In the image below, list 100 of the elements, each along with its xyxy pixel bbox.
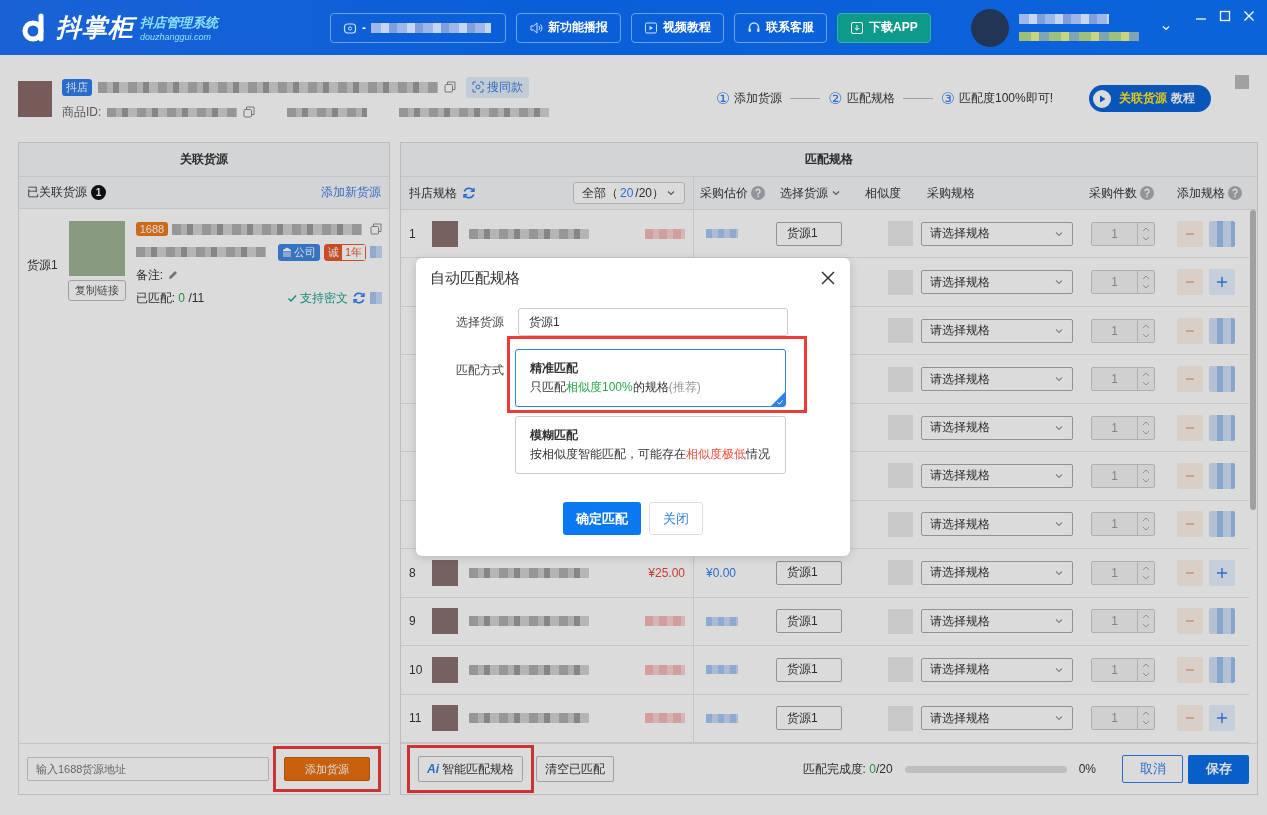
blurred-button[interactable]	[1209, 656, 1235, 683]
avatar[interactable]	[970, 8, 1009, 47]
match-mode-option[interactable]: 模糊匹配 按相似度智能匹配，可能存在相似度极低情况	[515, 416, 786, 474]
confirm-button[interactable]: 确定匹配	[563, 502, 641, 535]
copy-link-button[interactable]: 复制链接	[67, 280, 126, 301]
app-subtitle: 抖店管理系统	[140, 13, 218, 32]
blurred-text	[370, 246, 383, 258]
add-source-button[interactable]: 添加货源	[284, 757, 370, 781]
linked-sources-label: 已关联货源	[27, 184, 87, 201]
note-label: 备注:	[135, 266, 164, 284]
help-icon	[751, 186, 765, 200]
spec-select[interactable]: 请选择规格	[921, 270, 1073, 295]
spec-select[interactable]: 请选择规格	[921, 512, 1073, 537]
source-url-field[interactable]: 输入1688货源地址	[27, 757, 269, 781]
blurred-text	[706, 616, 738, 626]
remove-spec-button[interactable]	[1177, 414, 1203, 441]
match-mode-option[interactable]: 精准匹配 只匹配相似度100%的规格(推荐)	[515, 349, 786, 407]
remove-spec-button[interactable]	[1177, 511, 1203, 538]
filter-dropdown[interactable]: 全部（ 20 /20）	[572, 182, 685, 204]
remove-spec-button[interactable]	[1177, 656, 1203, 683]
estimate-price: ¥0.00	[706, 565, 737, 580]
step-label: 匹配度100%即可!	[958, 90, 1053, 107]
remove-spec-button[interactable]	[1177, 317, 1203, 344]
blurred-text	[645, 616, 685, 627]
shop-selector[interactable]: -	[330, 12, 506, 43]
remove-spec-button[interactable]	[1177, 608, 1203, 635]
price-text: ¥25.00	[648, 565, 685, 580]
scrollbar[interactable]	[1250, 210, 1256, 510]
plus-icon	[1216, 712, 1228, 725]
smart-match-button[interactable]: Ai 智能匹配规格	[418, 756, 524, 782]
spec-select[interactable]: 请选择规格	[921, 221, 1073, 246]
chevron-down-icon	[1054, 471, 1064, 481]
spec-select[interactable]: 请选择规格	[921, 318, 1073, 343]
column-header: 采购规格	[927, 184, 975, 202]
column-header: 采购件数	[1089, 184, 1137, 202]
add-source-link[interactable]: 添加新货源	[321, 184, 381, 201]
remove-spec-button[interactable]	[1177, 220, 1203, 247]
blurred-button[interactable]	[1209, 608, 1235, 635]
spec-select[interactable]: 请选择规格	[921, 657, 1073, 682]
progress-percent: 0%	[1078, 762, 1096, 776]
spec-select[interactable]: 请选择规格	[921, 464, 1073, 488]
source-field[interactable]: 货源1	[518, 308, 788, 336]
tutorial-button[interactable]: 关联货源 教程	[1089, 85, 1211, 112]
search-similar-button[interactable]: 搜同款	[466, 76, 529, 98]
save-button[interactable]: 保存	[1188, 754, 1249, 784]
clear-matched-button[interactable]: 清空已匹配	[536, 756, 615, 782]
field-label: 选择货源	[455, 313, 505, 331]
remove-spec-button[interactable]	[1177, 463, 1203, 489]
row-number: 9	[409, 614, 417, 629]
blurred-button[interactable]	[1209, 366, 1235, 393]
scan-icon	[472, 81, 484, 93]
matched-count: 已匹配: 0 /11	[135, 289, 205, 307]
add-spec-button[interactable]	[1209, 705, 1235, 732]
add-spec-button[interactable]	[1209, 269, 1235, 296]
spec-select[interactable]: 请选择规格	[921, 706, 1073, 731]
copy-icon[interactable]	[243, 106, 256, 118]
source-select-button[interactable]: 货源1	[776, 609, 842, 634]
blurred-button[interactable]	[1209, 463, 1235, 489]
remove-spec-button[interactable]	[1177, 269, 1203, 296]
source-name: 货源1	[27, 257, 58, 274]
help-icon	[1140, 186, 1154, 200]
remove-spec-button[interactable]	[1177, 705, 1203, 732]
blurred-text	[645, 228, 685, 239]
refresh-icon[interactable]	[462, 186, 476, 200]
refresh-icon[interactable]	[352, 291, 367, 305]
source-select-button[interactable]: 货源1	[776, 560, 842, 585]
app-domain: douzhanggui.com	[140, 31, 213, 42]
blurred-button[interactable]	[1209, 220, 1235, 247]
column-header: 添加规格	[1177, 184, 1225, 202]
toolbar-button[interactable]: 新功能播报	[516, 12, 621, 43]
step-label: 匹配规格	[846, 90, 895, 107]
remove-spec-button[interactable]	[1177, 366, 1203, 393]
product-id-label: 商品ID:	[62, 103, 102, 121]
source-select-button[interactable]: 货源1	[776, 657, 842, 682]
pencil-icon[interactable]	[167, 269, 180, 281]
download-button[interactable]: 下载APP	[837, 12, 931, 43]
close-button[interactable]: 关闭	[649, 502, 703, 535]
cancel-button[interactable]: 取消	[1122, 755, 1183, 783]
add-spec-button[interactable]	[1209, 559, 1235, 586]
product-thumbnail	[18, 80, 52, 117]
blurred-text	[645, 713, 685, 724]
blurred-button[interactable]	[1209, 317, 1235, 344]
spec-select[interactable]: 请选择规格	[921, 609, 1073, 634]
spec-select[interactable]: 请选择规格	[921, 415, 1073, 440]
blurred-button[interactable]	[1209, 414, 1235, 441]
remove-spec-button[interactable]	[1177, 559, 1203, 586]
toolbar-button[interactable]: 视频教程	[631, 12, 724, 43]
source-select-button[interactable]: 货源1	[776, 221, 842, 246]
spec-select[interactable]: 请选择规格	[921, 367, 1073, 392]
step-number: ③	[940, 89, 955, 108]
copy-icon[interactable]	[370, 223, 383, 235]
source-select-button[interactable]: 货源1	[776, 706, 842, 731]
selected-corner-icon	[771, 392, 785, 406]
spec-select[interactable]: 请选择规格	[921, 560, 1073, 585]
close-icon[interactable]	[820, 270, 836, 286]
row-number: 1	[409, 226, 417, 241]
copy-icon[interactable]	[444, 81, 456, 93]
toolbar-button[interactable]: 联系客服	[734, 12, 827, 43]
blurred-button[interactable]	[1209, 511, 1235, 538]
maximize-icon[interactable]	[1219, 10, 1231, 22]
